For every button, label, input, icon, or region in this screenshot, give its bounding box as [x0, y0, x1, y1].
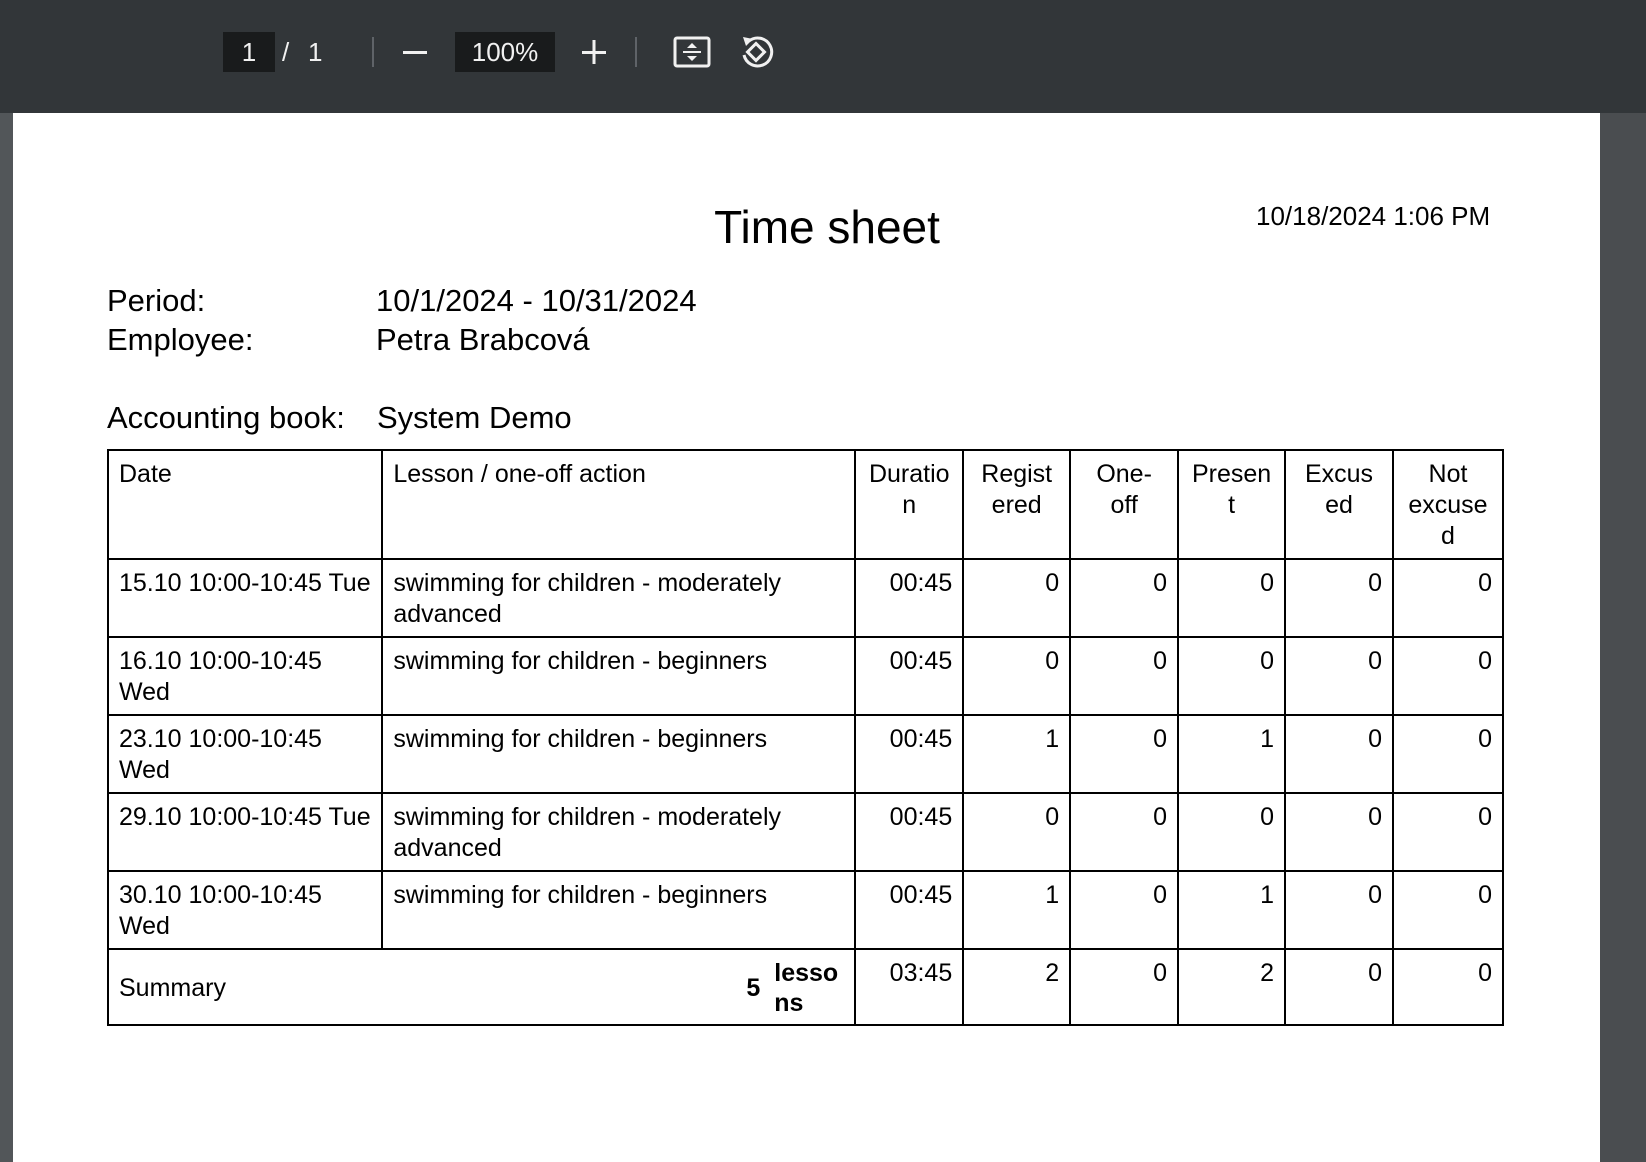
- fit-to-page-icon: [673, 36, 711, 68]
- cell-one-off: 0: [1069, 792, 1180, 872]
- cell-registered: 1: [962, 714, 1072, 794]
- cell-registered: 0: [962, 636, 1072, 716]
- rotate-icon: [742, 36, 774, 68]
- cell-not-excused: 0: [1391, 792, 1505, 872]
- column-header-excused: Excus ed: [1284, 449, 1394, 560]
- summary-lesson-count: 5: [746, 973, 761, 1002]
- table-row: 23.10 10:00-10:45 Wed swimming for child…: [106, 714, 1505, 794]
- cell-excused: 0: [1284, 714, 1394, 794]
- cell-lesson: swimming for children - moderately advan…: [381, 558, 857, 638]
- cell-duration: 00:45: [854, 870, 965, 950]
- column-header-not-excused: Not excuse d: [1391, 449, 1505, 560]
- zoom-in-button[interactable]: [572, 30, 616, 74]
- column-header-lesson: Lesson / one-off action: [381, 449, 857, 560]
- accounting-book-value: System Demo: [377, 400, 572, 435]
- summary-duration: 03:45: [854, 948, 965, 1026]
- cell-date: 30.10 10:00-10:45 Wed: [106, 870, 384, 950]
- cell-not-excused: 0: [1391, 714, 1505, 794]
- summary-not-excused: 0: [1391, 948, 1505, 1026]
- toolbar-divider: [635, 37, 637, 67]
- page-number-input[interactable]: [223, 32, 275, 72]
- cell-date: 23.10 10:00-10:45 Wed: [106, 714, 384, 794]
- cell-excused: 0: [1284, 870, 1394, 950]
- cell-one-off: 0: [1069, 714, 1180, 794]
- zoom-out-button[interactable]: [393, 30, 437, 74]
- print-timestamp: 10/18/2024 1:06 PM: [1256, 201, 1491, 231]
- fit-to-page-button[interactable]: [670, 30, 714, 74]
- timesheet-table: Date Lesson / one-off action Duratio n R…: [106, 449, 1505, 1026]
- period-label: Period:: [107, 283, 206, 318]
- table-row: 30.10 10:00-10:45 Wed swimming for child…: [106, 870, 1505, 950]
- summary-cell: Summary 5 lesso ns: [106, 948, 857, 1026]
- summary-present: 2: [1177, 948, 1287, 1026]
- summary-excused: 0: [1284, 948, 1394, 1026]
- zoom-level-input[interactable]: 100%: [455, 32, 555, 72]
- cell-date: 16.10 10:00-10:45 Wed: [106, 636, 384, 716]
- cell-lesson: swimming for children - moderately advan…: [381, 792, 857, 872]
- column-header-date: Date: [106, 449, 384, 560]
- cell-present: 0: [1177, 792, 1287, 872]
- cell-duration: 00:45: [854, 558, 965, 638]
- period-value: 10/1/2024 - 10/31/2024: [376, 283, 697, 318]
- cell-present: 0: [1177, 558, 1287, 638]
- cell-registered: 0: [962, 558, 1072, 638]
- pdf-page: Time sheet 10/18/2024 1:06 PM Period: 10…: [13, 113, 1600, 1162]
- employee-label: Employee:: [107, 322, 254, 357]
- cell-lesson: swimming for children - beginners: [381, 714, 857, 794]
- rotate-button[interactable]: [734, 30, 778, 74]
- cell-date: 29.10 10:00-10:45 Tue: [106, 792, 384, 872]
- cell-excused: 0: [1284, 558, 1394, 638]
- column-header-registered: Regist ered: [962, 449, 1072, 560]
- cell-one-off: 0: [1069, 870, 1180, 950]
- cell-present: 1: [1177, 870, 1287, 950]
- cell-registered: 0: [962, 792, 1072, 872]
- cell-not-excused: 0: [1391, 558, 1505, 638]
- minus-icon: [403, 51, 427, 54]
- cell-lesson: swimming for children - beginners: [381, 870, 857, 950]
- summary-one-off: 0: [1069, 948, 1180, 1026]
- cell-registered: 1: [962, 870, 1072, 950]
- cell-present: 0: [1177, 636, 1287, 716]
- cell-duration: 00:45: [854, 792, 965, 872]
- table-row: 16.10 10:00-10:45 Wed swimming for child…: [106, 636, 1505, 716]
- table-row: 29.10 10:00-10:45 Tue swimming for child…: [106, 792, 1505, 872]
- cell-not-excused: 0: [1391, 636, 1505, 716]
- plus-icon: [582, 40, 606, 64]
- total-pages: 1: [308, 37, 323, 67]
- summary-registered: 2: [962, 948, 1072, 1026]
- cell-excused: 0: [1284, 636, 1394, 716]
- cell-one-off: 0: [1069, 636, 1180, 716]
- pdf-toolbar: / 1 100%: [0, 0, 1646, 113]
- cell-duration: 00:45: [854, 714, 965, 794]
- accounting-book-label: Accounting book:: [107, 400, 345, 435]
- page-separator: /: [282, 37, 290, 67]
- cell-excused: 0: [1284, 792, 1394, 872]
- column-header-one-off: One- off: [1069, 449, 1180, 560]
- scrollbar[interactable]: [1600, 113, 1646, 1162]
- column-header-present: Presen t: [1177, 449, 1287, 560]
- cell-date: 15.10 10:00-10:45 Tue: [106, 558, 384, 638]
- summary-count-unit: lesso ns: [774, 959, 839, 1017]
- cell-not-excused: 0: [1391, 870, 1505, 950]
- cell-duration: 00:45: [854, 636, 965, 716]
- cell-one-off: 0: [1069, 558, 1180, 638]
- table-header-row: Date Lesson / one-off action Duratio n R…: [106, 449, 1505, 560]
- summary-row: Summary 5 lesso ns 03:45 2 0 2 0 0: [106, 948, 1505, 1026]
- cell-lesson: swimming for children - beginners: [381, 636, 857, 716]
- toolbar-divider: [372, 37, 374, 67]
- column-header-duration: Duratio n: [854, 449, 965, 560]
- summary-label: Summary: [119, 973, 226, 1002]
- employee-value: Petra Brabcová: [376, 322, 590, 357]
- cell-present: 1: [1177, 714, 1287, 794]
- table-row: 15.10 10:00-10:45 Tue swimming for child…: [106, 558, 1505, 638]
